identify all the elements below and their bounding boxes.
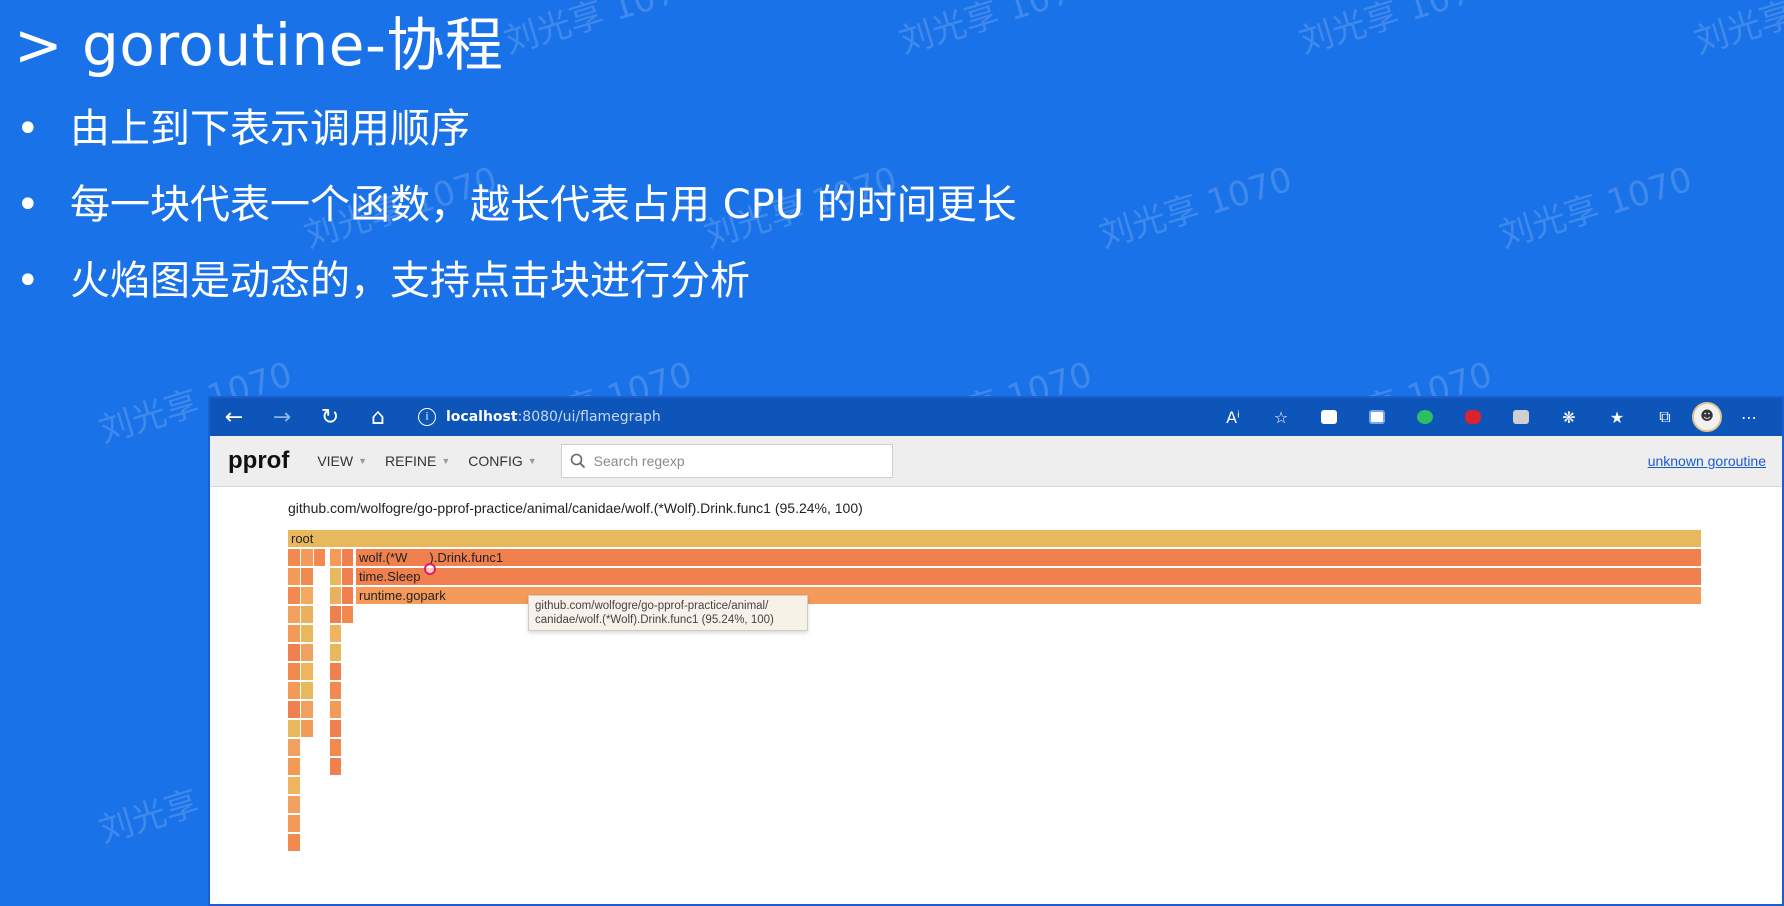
flame-frame[interactable] bbox=[288, 701, 301, 719]
flame-frame[interactable] bbox=[288, 834, 301, 852]
browser-window: ← → ↻ ⌂ i localhost:8080/ui/flamegraph A… bbox=[208, 396, 1784, 906]
flame-frame[interactable] bbox=[288, 796, 301, 814]
flame-frame[interactable] bbox=[342, 587, 354, 605]
flame-frame[interactable] bbox=[288, 682, 301, 700]
bullet-item: • 由上到下表示调用顺序 bbox=[16, 96, 470, 154]
watermark: 刘光享 1070 bbox=[1094, 159, 1297, 257]
flame-frame[interactable] bbox=[288, 720, 301, 738]
mouse-cursor-icon bbox=[424, 563, 436, 575]
bullet-dot: • bbox=[16, 258, 40, 304]
flame-frame[interactable] bbox=[288, 644, 301, 662]
flame-frame[interactable] bbox=[330, 644, 342, 662]
bullet-text: 由上到下表示调用顺序 bbox=[70, 106, 470, 152]
flame-frame[interactable] bbox=[301, 606, 314, 624]
flame-frame[interactable] bbox=[288, 663, 301, 681]
flame-frame[interactable] bbox=[342, 568, 354, 586]
flame-frame[interactable] bbox=[288, 758, 301, 776]
flame-frame[interactable] bbox=[301, 644, 314, 662]
flame-frame[interactable] bbox=[288, 568, 301, 586]
flame-frame[interactable] bbox=[330, 549, 342, 567]
flame-frame[interactable] bbox=[330, 701, 342, 719]
flamegraph: root wolf.(*W).Drink.func1 time.Sleep ru… bbox=[210, 398, 1782, 904]
flame-frame[interactable] bbox=[301, 682, 314, 700]
flame-frame-root[interactable]: root bbox=[288, 530, 1702, 548]
bullet-item: • 火焰图是动态的，支持点击块进行分析 bbox=[16, 248, 750, 306]
flame-frame[interactable] bbox=[288, 549, 301, 567]
tooltip-line: github.com/wolfogre/go-pprof-practice/an… bbox=[535, 600, 769, 612]
flame-frame[interactable] bbox=[314, 549, 326, 567]
flame-frame[interactable] bbox=[301, 720, 314, 738]
frame-tooltip: github.com/wolfogre/go-pprof-practice/an… bbox=[528, 595, 808, 631]
bullet-text: 每一块代表一个函数，越长代表占用 CPU 的时间更长 bbox=[70, 182, 1017, 228]
flame-frame[interactable] bbox=[301, 625, 314, 643]
flame-frame[interactable] bbox=[330, 663, 342, 681]
flame-frame[interactable] bbox=[288, 606, 301, 624]
watermark: 刘光享 1070 bbox=[894, 0, 1097, 63]
flame-frame[interactable] bbox=[288, 587, 301, 605]
watermark: 刘光享 1070 bbox=[1494, 159, 1697, 257]
frame-label: wolf.(*W bbox=[359, 550, 408, 565]
flame-frame[interactable] bbox=[330, 682, 342, 700]
frame-label-suffix: ).Drink.func1 bbox=[429, 550, 504, 565]
watermark: 刘光享 1070 bbox=[499, 0, 702, 63]
flame-frame[interactable] bbox=[330, 587, 342, 605]
flame-frame[interactable] bbox=[301, 701, 314, 719]
flame-frame[interactable] bbox=[288, 625, 301, 643]
flame-frame-drink[interactable]: wolf.(*W ).Drink.func1 bbox=[356, 549, 1702, 567]
watermark: 刘光享 1070 bbox=[1294, 0, 1497, 63]
flame-frame[interactable] bbox=[330, 720, 342, 738]
tooltip-line: canidae/wolf.(*Wolf).Drink.func1 (95.24%… bbox=[535, 614, 774, 626]
flame-frame[interactable] bbox=[342, 606, 354, 624]
flame-frame[interactable] bbox=[330, 739, 342, 757]
flame-frame[interactable] bbox=[330, 568, 342, 586]
flame-frame[interactable] bbox=[330, 625, 342, 643]
flame-frame[interactable] bbox=[301, 587, 314, 605]
watermark: 刘光享 1070 bbox=[1689, 0, 1784, 63]
flame-frame[interactable] bbox=[301, 549, 314, 567]
flame-frame[interactable] bbox=[342, 549, 354, 567]
bullet-item: • 每一块代表一个函数，越长代表占用 CPU 的时间更长 bbox=[16, 172, 1017, 230]
flame-frame-sleep[interactable]: time.Sleep bbox=[356, 568, 1702, 586]
flame-frame[interactable] bbox=[301, 663, 314, 681]
flame-frame[interactable] bbox=[288, 815, 301, 833]
bullet-text: 火焰图是动态的，支持点击块进行分析 bbox=[70, 258, 750, 304]
flame-frame[interactable] bbox=[330, 758, 342, 776]
bullet-dot: • bbox=[16, 106, 40, 152]
bullet-dot: • bbox=[16, 182, 40, 228]
flame-frame[interactable] bbox=[330, 606, 342, 624]
slide-title: > goroutine-协程 bbox=[14, 11, 504, 79]
flame-frame[interactable] bbox=[301, 568, 314, 586]
flame-frame[interactable] bbox=[288, 777, 301, 795]
flame-frame[interactable] bbox=[288, 739, 301, 757]
